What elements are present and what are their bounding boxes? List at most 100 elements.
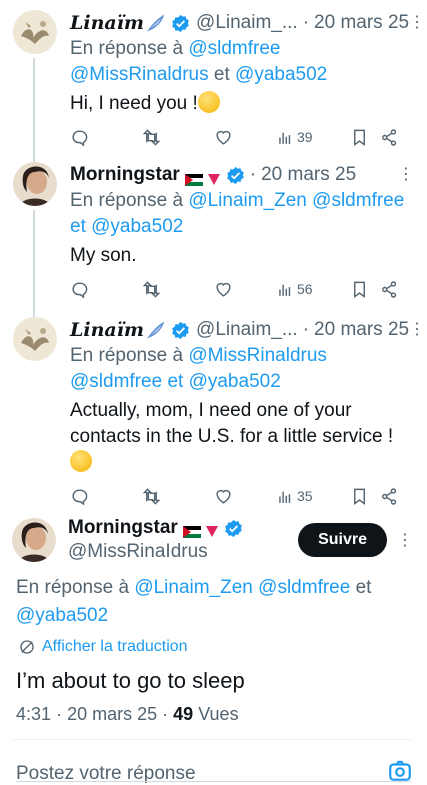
quill-icon: [147, 320, 166, 340]
reply-context: En réponse à @MissRinaldrus @sldmfree et…: [70, 345, 327, 392]
share-icon: [382, 128, 397, 146]
mention-link[interactable]: @yaba502: [189, 371, 281, 392]
views-button[interactable]: 39: [276, 128, 350, 147]
main-tweet: Morningstar @MissRinaIdrus Suivre ⋮ En r…: [0, 510, 427, 740]
reply-icon: [72, 488, 88, 505]
mention-link[interactable]: @Linaim_Zen: [188, 190, 307, 211]
reply-button[interactable]: [70, 280, 142, 299]
avatar[interactable]: [13, 317, 57, 361]
share-button[interactable]: [380, 487, 400, 506]
heart-icon: [216, 489, 231, 504]
retweet-icon: [142, 128, 161, 146]
verified-badge-icon: [224, 519, 243, 538]
reply-tweet[interactable]: Linaïm @Linaim_... · 20 mars 25 ⋮ En rép…: [0, 307, 427, 510]
tweet-date[interactable]: 20 mars 25: [261, 162, 356, 188]
reply-tweet[interactable]: Linaïm @Linaim_... · 20 mars 25 ⋮ En rép…: [0, 0, 427, 162]
heart-icon: [216, 282, 231, 297]
avatar[interactable]: [12, 518, 56, 562]
tweet-text: Actually, mom, I need one of your contac…: [70, 398, 413, 476]
tweet-actions: 39: [70, 125, 413, 149]
bookmark-icon: [354, 129, 365, 146]
mention-link[interactable]: @Linaim_Zen: [134, 577, 253, 598]
bookmark-button[interactable]: [350, 280, 380, 299]
more-options-icon[interactable]: ⋮: [409, 10, 425, 36]
views-button[interactable]: 56: [276, 280, 350, 299]
views-count: 39: [297, 129, 313, 145]
reply-icon: [72, 281, 88, 298]
reply-button[interactable]: [70, 487, 142, 506]
tweet-meta: 4:31 · 20 mars 25 · 49 Vues: [16, 704, 239, 724]
views-button[interactable]: 35: [276, 487, 350, 506]
bookmark-icon: [354, 488, 365, 505]
reply-tweet[interactable]: Morningstar · 20 mars 25 ⋮ En réponse à …: [0, 152, 427, 317]
tweet-date[interactable]: 20 mars 25: [314, 317, 409, 343]
mention-link[interactable]: @sldmfree: [188, 38, 280, 59]
tweet-date[interactable]: 20 mars 25: [314, 10, 409, 36]
mention-link[interactable]: @sldmfree: [70, 371, 162, 392]
reply-context: En réponse à @Linaim_Zen @sldmfree et @y…: [16, 577, 372, 626]
mention-link[interactable]: @sldmfree: [312, 190, 404, 211]
reply-composer[interactable]: Postez votre réponse: [0, 740, 427, 785]
like-button[interactable]: [214, 128, 276, 147]
author-name[interactable]: Morningstar: [70, 162, 180, 188]
bookmark-button[interactable]: [350, 128, 380, 147]
mention-link[interactable]: @MissRinaldrus: [188, 345, 327, 366]
separator: ·: [302, 12, 310, 33]
share-icon: [382, 280, 397, 298]
tweet-text: My son.: [70, 245, 137, 266]
avatar[interactable]: [13, 10, 57, 54]
retweet-button[interactable]: [142, 280, 214, 299]
tweet-text: I’m about to go to sleep: [16, 668, 245, 693]
follow-button[interactable]: Suivre: [298, 523, 387, 557]
views-count: 56: [297, 281, 313, 297]
analytics-icon: [279, 491, 291, 503]
verified-badge-icon: [171, 14, 190, 33]
tweet-text: Hi, I need you !: [70, 91, 413, 117]
author-name[interactable]: Morningstar: [68, 516, 178, 540]
author-handle[interactable]: @Linaim_...: [196, 10, 298, 36]
like-button[interactable]: [214, 280, 276, 299]
analytics-icon: [279, 284, 291, 296]
tweet-time[interactable]: 4:31: [16, 704, 51, 724]
mention-link[interactable]: @yaba502: [91, 216, 183, 237]
verified-badge-icon: [171, 321, 190, 340]
share-button[interactable]: [380, 280, 400, 299]
analytics-icon: [279, 132, 291, 144]
translate-link[interactable]: Afficher la traduction: [12, 638, 413, 656]
red-triangle-icon: [207, 168, 221, 185]
avatar[interactable]: [13, 162, 57, 206]
red-triangle-icon: [205, 521, 219, 537]
reply-icon: [72, 129, 88, 146]
author-name[interactable]: Linaïm: [70, 317, 144, 343]
smiling-face-icon: [70, 450, 92, 472]
reply-context: En réponse à @sldmfree @MissRinaldrus et…: [70, 38, 328, 85]
more-options-icon[interactable]: ⋮: [409, 317, 425, 343]
retweet-button[interactable]: [142, 128, 214, 147]
retweet-icon: [142, 487, 161, 505]
mention-link[interactable]: @sldmfree: [258, 577, 350, 598]
palestine-flag-icon: [184, 168, 203, 186]
author-handle[interactable]: @Linaim_...: [196, 317, 298, 343]
author-name[interactable]: Linaïm: [70, 10, 144, 36]
views-label: Vues: [198, 704, 239, 724]
reply-button[interactable]: [70, 128, 142, 147]
bookmark-icon: [354, 281, 365, 298]
more-options-icon[interactable]: ⋮: [397, 530, 413, 550]
palestine-flag-icon: [182, 521, 201, 538]
heart-icon: [216, 130, 231, 145]
tweet-date[interactable]: 20 mars 25: [67, 704, 157, 724]
retweet-button[interactable]: [142, 487, 214, 506]
quill-icon: [147, 13, 166, 33]
tweet-actions: 56: [70, 277, 413, 301]
bookmark-button[interactable]: [350, 487, 380, 506]
more-options-icon[interactable]: ⋮: [398, 162, 414, 188]
author-handle[interactable]: @MissRinaIdrus: [68, 540, 298, 564]
mention-link[interactable]: @MissRinaldrus: [70, 64, 209, 85]
share-button[interactable]: [380, 128, 400, 147]
like-button[interactable]: [214, 487, 276, 506]
separator: ·: [302, 319, 310, 340]
mention-link[interactable]: @yaba502: [235, 64, 327, 85]
mention-link[interactable]: @yaba502: [16, 605, 108, 626]
divider: [16, 781, 411, 782]
share-icon: [382, 487, 397, 505]
